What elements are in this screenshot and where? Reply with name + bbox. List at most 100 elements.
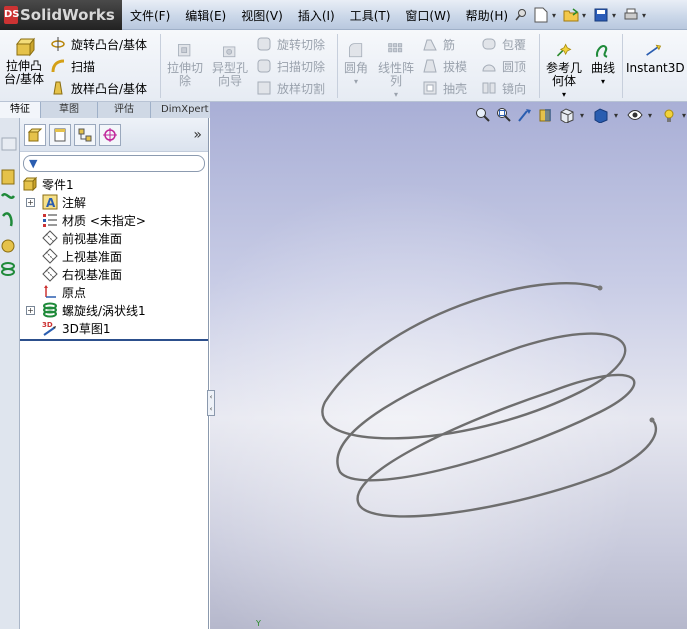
sweep-cut-icon	[257, 59, 271, 73]
heads-up-view-toolbar: ▾ ▾ ▾ ▾	[475, 107, 687, 123]
section-view-icon[interactable]	[538, 107, 554, 123]
menu-view[interactable]: 视图(V)	[241, 7, 283, 24]
graphics-viewport[interactable]: Y	[210, 102, 687, 629]
mirror-button[interactable]: 镜向	[481, 78, 526, 98]
extrude-cut-button[interactable]: 拉伸切 除	[164, 42, 206, 88]
open-folder-icon[interactable]	[562, 6, 580, 24]
extrude-boss-button[interactable]: 拉伸凸 台/基体	[2, 36, 46, 86]
wrap-label: 包覆	[502, 37, 527, 52]
expand-icon[interactable]: +	[26, 197, 35, 207]
tree-item-material[interactable]: 材质 <未指定>	[20, 211, 208, 229]
zoom-to-fit-icon[interactable]	[475, 107, 491, 123]
menu-insert[interactable]: 插入(I)	[298, 7, 335, 24]
helix-start-point[interactable]	[597, 285, 603, 291]
dome-button[interactable]: 圆顶	[481, 56, 526, 76]
helix-end-point[interactable]	[649, 417, 655, 423]
wrap-button[interactable]: 包覆	[481, 34, 526, 54]
command-manager-tabs: 特征 草图 评估 DimXpert	[0, 102, 220, 118]
app-logo[interactable]: DS SolidWorks	[0, 0, 122, 30]
dimxpert-manager-tab-icon[interactable]	[99, 123, 121, 146]
chevron-down-icon[interactable]: ▾	[682, 111, 686, 120]
curves-button[interactable]: 曲线 ▾	[587, 42, 619, 88]
tree-item-origin[interactable]: 原点	[20, 283, 208, 301]
zoom-area-icon[interactable]	[496, 107, 512, 123]
shell-label: 抽壳	[443, 81, 468, 96]
reference-geometry-label: 参考几 何体	[545, 61, 582, 88]
sweep-label: 扫描	[71, 59, 96, 74]
chevron-down-icon[interactable]: ▾	[341, 75, 371, 88]
rollback-bar[interactable]	[20, 339, 208, 341]
chevron-down-icon[interactable]: ▾	[587, 75, 619, 88]
tree-item-top-plane[interactable]: 上视基准面	[20, 247, 208, 265]
tree-item-right-plane[interactable]: 右视基准面	[20, 265, 208, 283]
display-style-icon[interactable]	[593, 107, 609, 123]
fillet-button[interactable]: 圆角 ▾	[341, 42, 371, 88]
linear-pattern-icon	[388, 43, 403, 53]
panel-collapse-handle[interactable]: ‹ ‹	[207, 390, 215, 416]
print-icon[interactable]	[622, 6, 640, 24]
shell-icon	[423, 81, 437, 95]
tab-evaluate[interactable]: 评估	[98, 102, 151, 118]
revolve-boss-button[interactable]: 旋转凸台/基体	[50, 34, 147, 54]
hide-show-items-icon[interactable]	[627, 107, 643, 123]
tree-item-3d-sketch[interactable]: 3D 3D草图1	[20, 319, 208, 337]
menu-file[interactable]: 文件(F)	[130, 7, 170, 24]
chevron-down-icon[interactable]: ▾	[642, 11, 646, 20]
chevron-right-icon[interactable]: »	[193, 127, 202, 143]
hole-wizard-button[interactable]: 异型孔 向导	[208, 42, 252, 88]
rib-button[interactable]: 筋	[422, 34, 455, 54]
feature-manager-tab-icon[interactable]	[24, 123, 46, 146]
chevron-down-icon[interactable]: ▾	[612, 11, 616, 20]
scene-icon[interactable]	[661, 107, 677, 123]
sweep-icon	[51, 59, 65, 73]
tab-sketch[interactable]: 草图	[41, 102, 98, 118]
chevron-down-icon[interactable]: ▾	[375, 88, 417, 101]
reference-geometry-button[interactable]: 参考几 何体 ▾	[543, 42, 585, 101]
ribbon-separator	[160, 34, 161, 98]
chevron-down-icon[interactable]: ▾	[552, 11, 556, 20]
new-document-icon[interactable]	[532, 6, 550, 24]
extrude-cut-label: 拉伸切 除	[166, 61, 203, 88]
tab-features[interactable]: 特征	[0, 102, 41, 118]
configuration-manager-tab-icon[interactable]	[74, 123, 96, 146]
ribbon-separator	[539, 34, 540, 98]
revolve-cut-icon	[257, 37, 271, 51]
view-orientation-icon[interactable]	[559, 107, 575, 123]
menu-bar: 文件(F) 编辑(E) 视图(V) 插入(I) 工具(T) 窗口(W) 帮助(H…	[130, 0, 523, 30]
menu-edit[interactable]: 编辑(E)	[185, 7, 226, 24]
menu-tools[interactable]: 工具(T)	[350, 7, 391, 24]
draft-button[interactable]: 拔模	[422, 56, 467, 76]
revolve-cut-button[interactable]: 旋转切除	[256, 34, 325, 54]
instant3d-icon	[646, 44, 662, 56]
menu-window[interactable]: 窗口(W)	[405, 7, 450, 24]
chevron-down-icon[interactable]: ▾	[648, 111, 652, 120]
expand-icon[interactable]: +	[26, 305, 35, 315]
chevron-down-icon[interactable]: ▾	[614, 111, 618, 120]
chevron-down-icon[interactable]: ▾	[580, 111, 584, 120]
manager-tabs: »	[20, 118, 208, 152]
tree-root-part[interactable]: 零件1	[20, 175, 208, 193]
loft-cut-button[interactable]: 放样切割	[256, 78, 325, 98]
sweep-button[interactable]: 扫描	[50, 56, 95, 76]
hole-wizard-label: 异型孔 向导	[211, 61, 248, 88]
tree-item-helix[interactable]: + 螺旋线/涡状线1	[20, 301, 208, 319]
save-icon[interactable]	[592, 6, 610, 24]
tree-item-annotations[interactable]: + A 注解	[20, 193, 208, 211]
previous-view-icon[interactable]	[517, 107, 533, 123]
shell-button[interactable]: 抽壳	[422, 78, 467, 98]
chevron-down-icon[interactable]: ▾	[582, 11, 586, 20]
loft-boss-button[interactable]: 放样凸台/基体	[50, 78, 147, 98]
3d-sketch-icon: 3D	[42, 321, 56, 336]
feature-filter-input[interactable]: ▼	[23, 155, 205, 172]
sweep-cut-button[interactable]: 扫描切除	[256, 56, 325, 76]
app-name: SolidWorks	[20, 6, 115, 24]
menu-help[interactable]: 帮助(H)	[466, 7, 508, 24]
pin-icon[interactable]	[512, 6, 530, 24]
chevron-down-icon[interactable]: ▾	[543, 88, 585, 101]
tree-item-front-plane[interactable]: 前视基准面	[20, 229, 208, 247]
filter-icon: ▼	[29, 157, 38, 170]
property-manager-tab-icon[interactable]	[49, 123, 71, 146]
linear-pattern-button[interactable]: 线性阵 列 ▾	[375, 42, 417, 101]
instant3d-button[interactable]: Instant3D	[626, 42, 685, 75]
dome-label: 圆顶	[502, 59, 527, 74]
